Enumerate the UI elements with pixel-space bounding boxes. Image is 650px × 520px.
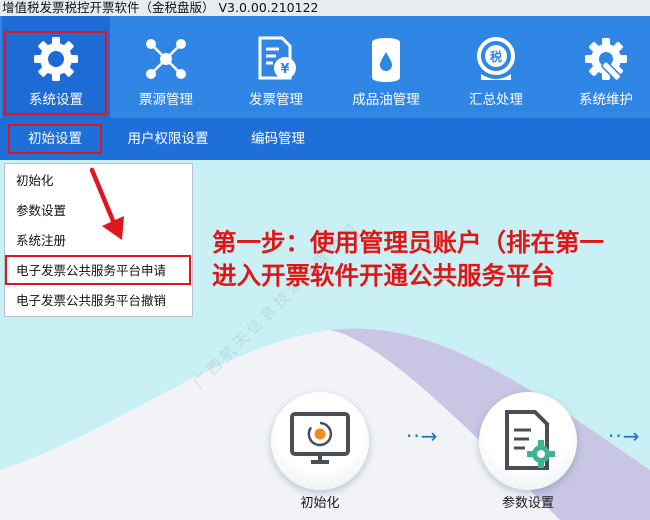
workflow-arrow-icon: ··→ bbox=[608, 424, 641, 448]
workflow-step-init[interactable] bbox=[271, 392, 369, 490]
doc-gear-icon bbox=[505, 410, 555, 470]
instruction-line-1: 第一步：使用管理员账户（排在第一 bbox=[212, 228, 604, 257]
workflow-step-params[interactable] bbox=[479, 392, 577, 490]
instruction-line-2: 进入开票软件开通公共服务平台 bbox=[212, 261, 555, 290]
workflow-arrow-icon: ··→ bbox=[406, 424, 439, 448]
annotation-arrow-icon bbox=[89, 167, 124, 240]
workflow-step-label: 参数设置 bbox=[501, 496, 554, 511]
monitor-init-icon bbox=[290, 412, 350, 464]
instruction-annotation: 第一步：使用管理员账户（排在第一 进入开票软件开通公共服务平台 bbox=[212, 226, 650, 292]
workflow-step-label: 初始化 bbox=[300, 496, 340, 511]
menu-item-einvoice-platform-apply[interactable]: 电子发票公共服务平台申请 bbox=[5, 256, 192, 286]
menu-item-einvoice-platform-revoke[interactable]: 电子发票公共服务平台撤销 bbox=[5, 286, 192, 316]
